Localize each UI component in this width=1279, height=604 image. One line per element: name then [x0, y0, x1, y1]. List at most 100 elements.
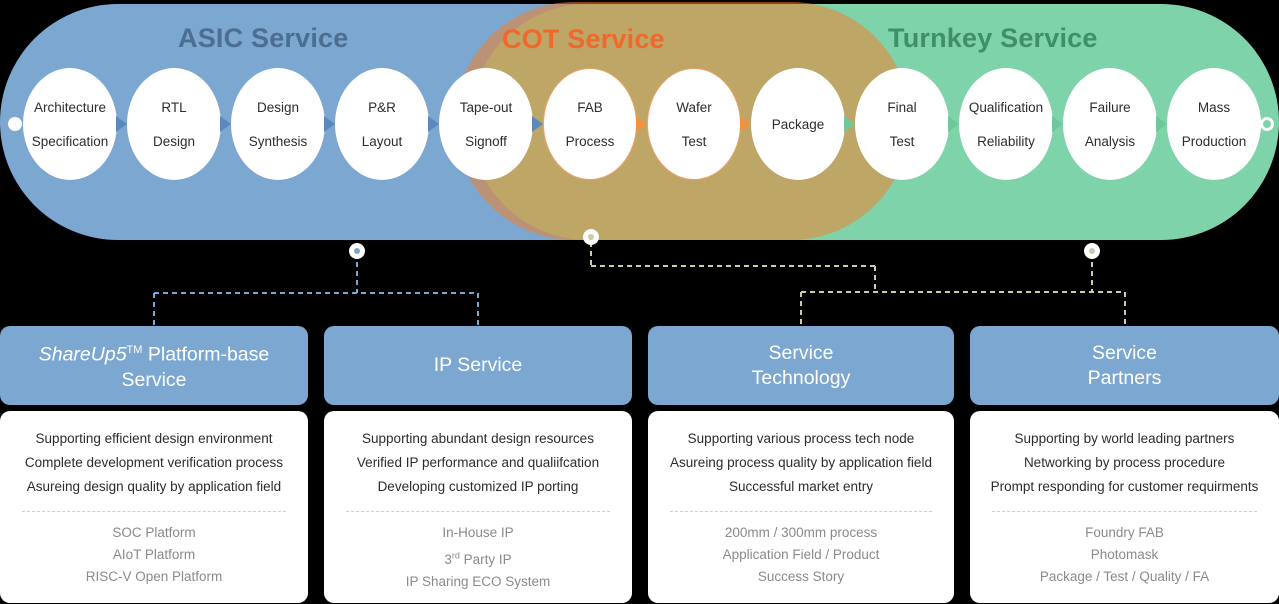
primary-line: Asureing design quality by application f…	[26, 479, 282, 494]
flow-node-rtl-design[interactable]: RTL Design	[127, 68, 221, 180]
card-shareup5-platform[interactable]: ShareUp5TM Platform-base Service Support…	[0, 326, 308, 603]
flow-node-qualification-reliability[interactable]: Qualification Reliability	[959, 68, 1053, 180]
flow-arrow-3	[324, 116, 335, 132]
flow-arrow-8	[844, 116, 855, 132]
secondary-line: AIoT Platform	[112, 547, 196, 562]
secondary-line: RISC-V Open Platform	[85, 569, 223, 584]
card-ip-service[interactable]: IP Service Supporting abundant design re…	[324, 326, 632, 603]
primary-line: Developing customized IP porting	[377, 479, 579, 494]
primary-line: Successful market entry	[728, 479, 874, 494]
card-secondary-list: Foundry FAB Photomask Package / Test / Q…	[978, 522, 1271, 588]
trademark-mark: TM	[126, 344, 143, 357]
card-title: Service Technology	[751, 341, 851, 389]
card-service-technology[interactable]: Service Technology Supporting various pro…	[648, 326, 954, 603]
primary-line: Complete development verification proces…	[24, 455, 284, 470]
card-primary-list: Supporting by world leading partners Net…	[978, 427, 1271, 499]
node-line-1: P&R	[368, 99, 396, 115]
node-line-1: Tape-out	[459, 99, 513, 115]
node-line-1: Qualification	[968, 99, 1044, 115]
flow-end-dot	[1260, 117, 1274, 131]
card-title: IP Service	[433, 354, 523, 376]
flow-node-mass-production[interactable]: Mass Production	[1167, 68, 1261, 180]
card-divider	[22, 511, 286, 512]
card-primary-list: Supporting abundant design resources Ver…	[332, 427, 624, 499]
secondary-line: SOC Platform	[112, 525, 196, 540]
node-line-2: Reliability	[977, 133, 1035, 149]
node-line-2: Layout	[361, 133, 403, 149]
primary-line: Supporting by world leading partners	[1014, 431, 1235, 446]
flow-arrow-11	[1156, 116, 1167, 132]
flow-node-tape-out-signoff[interactable]: Tape-out Signoff	[439, 68, 533, 180]
flow-node-failure-analysis[interactable]: Failure Analysis	[1063, 68, 1157, 180]
flow-node-wafer-test[interactable]: Wafer Test	[647, 68, 741, 180]
primary-line: Verified IP performance and qualiifcatio…	[356, 455, 600, 470]
secondary-line: 200mm / 300mm process	[724, 525, 878, 540]
secondary-line: Success Story	[757, 569, 845, 584]
card-body: Supporting by world leading partners Net…	[970, 411, 1279, 603]
node-line-1: Mass	[1197, 99, 1231, 115]
node-line-1: Package	[771, 116, 825, 132]
diagram-canvas: ASIC Service COT Service Turnkey Service…	[0, 0, 1279, 604]
primary-line: Networking by process procedure	[1023, 455, 1226, 470]
node-line-1: Final	[887, 99, 917, 115]
card-body: Supporting various process tech node Asu…	[648, 411, 954, 603]
flow-node-architecture-specification[interactable]: Architecture Specification	[23, 68, 117, 180]
secondary-line: 3rd Party IP	[332, 544, 624, 571]
node-line-2: Analysis	[1084, 133, 1136, 149]
flow-node-fab-process[interactable]: FAB Process	[543, 68, 637, 180]
card-primary-list: Supporting efficient design environment …	[8, 427, 300, 499]
flow-node-package[interactable]: Package	[751, 68, 845, 180]
primary-line: Asureing process quality by application …	[670, 455, 932, 470]
flow-arrow-6	[636, 116, 647, 132]
connector-anchor-asic	[349, 243, 365, 259]
card-divider	[346, 511, 610, 512]
card-divider	[992, 511, 1257, 512]
card-service-partners[interactable]: Service Partners Supporting by world lead…	[970, 326, 1279, 603]
connector-anchor-cot	[583, 229, 599, 245]
flow-arrow-2	[220, 116, 231, 132]
card-title-rest: Platform-base Service	[121, 343, 270, 391]
band-title-turnkey: Turnkey Service	[888, 23, 1098, 53]
primary-line: Prompt responding for customer requirmen…	[990, 479, 1259, 494]
card-body: Supporting efficient design environment …	[0, 411, 308, 603]
secondary-line-text: 3rd Party IP	[444, 550, 512, 567]
flow-arrow-4	[428, 116, 439, 132]
primary-line: Supporting efficient design environment	[35, 431, 273, 446]
secondary-line: Photomask	[1090, 547, 1159, 562]
primary-line: Supporting abundant design resources	[362, 431, 594, 446]
card-body: Supporting abundant design resources Ver…	[324, 411, 632, 603]
card-secondary-list: In-House IP 3rd Party IP IP Sharing ECO …	[332, 522, 624, 593]
node-line-2: Signoff	[465, 133, 507, 149]
node-line-1: Design	[256, 99, 300, 115]
card-primary-list: Supporting various process tech node Asu…	[656, 427, 946, 499]
flow-arrow-9	[948, 116, 959, 132]
flow-start-dot	[8, 117, 22, 131]
secondary-line: In-House IP	[442, 525, 514, 540]
node-line-2: Test	[889, 133, 915, 149]
primary-line: Supporting various process tech node	[687, 431, 915, 446]
flow-arrow-10	[1052, 116, 1063, 132]
band-title-asic: ASIC Service	[178, 23, 349, 53]
band-title-cot: COT Service	[502, 24, 665, 54]
node-line-2: Test	[681, 133, 707, 149]
node-line-1: RTL	[161, 99, 187, 115]
node-line-1: Wafer	[676, 99, 712, 115]
flow-arrow-1	[116, 116, 127, 132]
secondary-line: Application Field / Product	[722, 547, 880, 562]
card-title: Service Partners	[1087, 341, 1162, 389]
node-line-1: Failure	[1089, 99, 1131, 115]
secondary-line: IP Sharing ECO System	[405, 573, 551, 589]
flow-node-final-test[interactable]: Final Test	[855, 68, 949, 180]
node-line-2: Specification	[31, 133, 109, 149]
node-line-2: Process	[565, 133, 615, 149]
node-line-2: Production	[1181, 133, 1247, 149]
connector-anchor-turnkey	[1084, 243, 1100, 259]
node-line-2: Synthesis	[248, 133, 308, 149]
flow-node-pr-layout[interactable]: P&R Layout	[335, 68, 429, 180]
card-divider	[670, 511, 932, 512]
card-secondary-list: 200mm / 300mm process Application Field …	[656, 522, 946, 588]
card-secondary-list: SOC Platform AIoT Platform RISC-V Open P…	[8, 522, 300, 588]
card-title-brand: ShareUp5	[38, 343, 127, 366]
node-line-1: Architecture	[33, 99, 106, 115]
flow-node-design-synthesis[interactable]: Design Synthesis	[231, 68, 325, 180]
